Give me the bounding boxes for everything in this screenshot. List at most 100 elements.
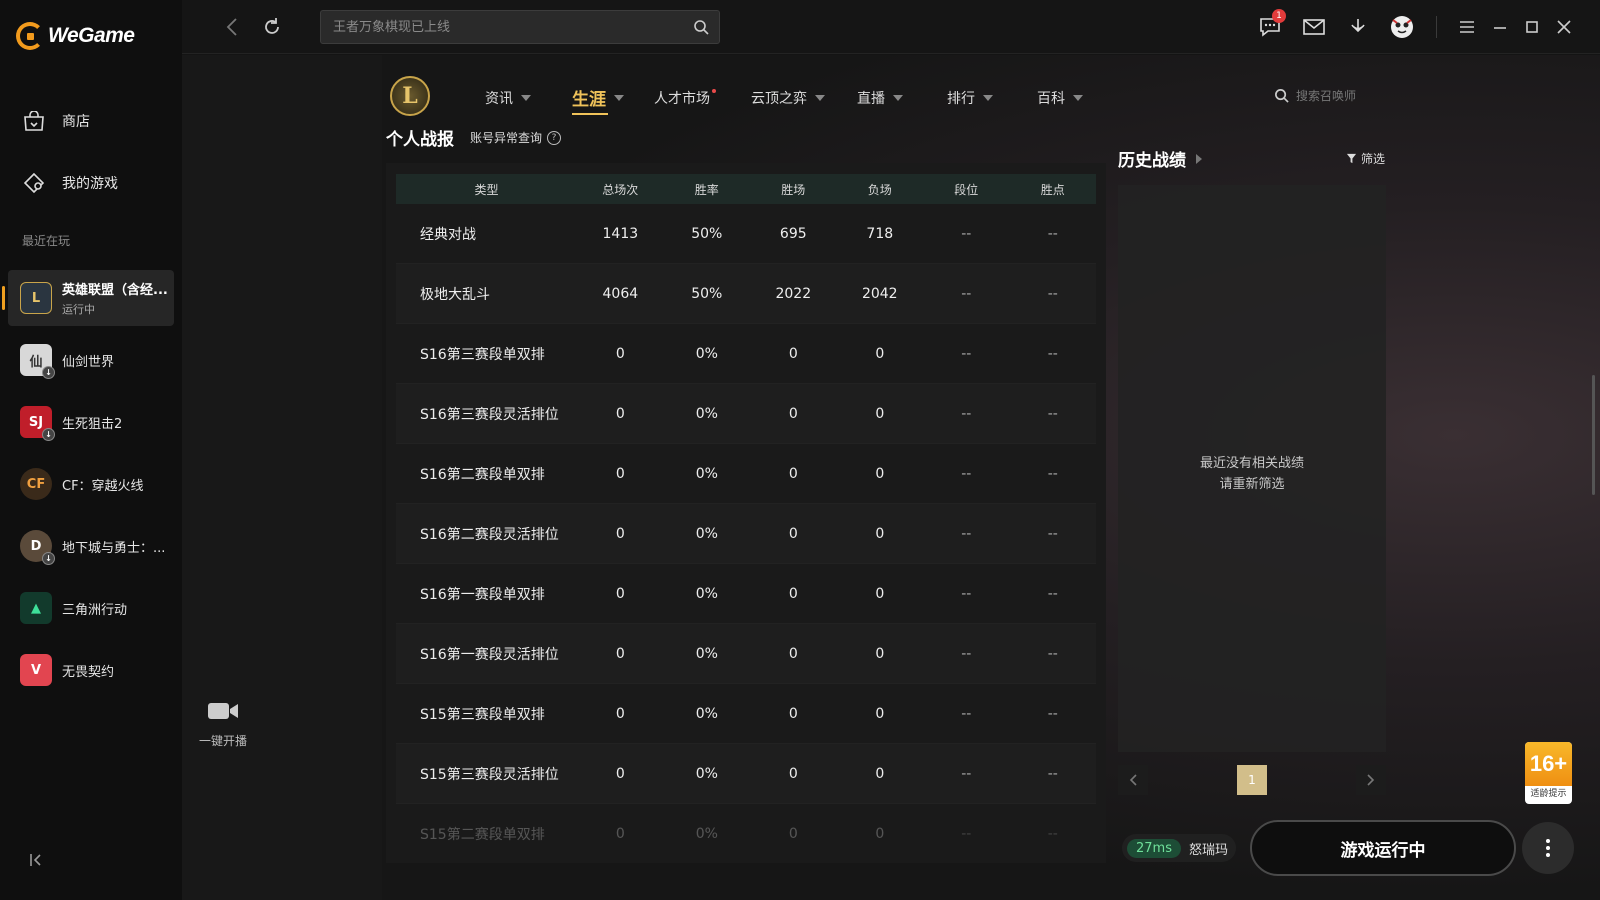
tab-news[interactable]: 资讯: [485, 88, 531, 108]
row-lp: --: [1047, 345, 1058, 362]
global-search[interactable]: [320, 10, 720, 44]
row-lp: --: [1047, 825, 1058, 842]
chevron-down-icon: [614, 94, 624, 101]
tab-label: 云顶之弈: [751, 91, 807, 107]
page-scrollbar[interactable]: [1592, 375, 1595, 495]
tab-wiki[interactable]: 百科: [1037, 88, 1083, 108]
empty-line-1: 最近没有相关战绩: [1199, 456, 1304, 471]
sidebar-game-xianjian[interactable]: 仙 ↓ 仙剑世界: [8, 332, 174, 388]
refresh-button[interactable]: [260, 15, 284, 39]
row-wins: 695: [779, 225, 807, 242]
game-running-button[interactable]: 游戏运行中: [1250, 820, 1516, 876]
row-total: 0: [615, 645, 625, 662]
row-losses: 0: [875, 585, 885, 602]
menu-button[interactable]: [1455, 15, 1479, 39]
row-losses: 2042: [861, 285, 898, 302]
abnormal-link-label: 账号异常查询: [470, 131, 543, 145]
game-name: 地下城与勇士：...: [62, 540, 166, 556]
collapse-sidebar-icon[interactable]: [28, 852, 46, 870]
row-type: S16第一赛段灵活排位: [420, 646, 559, 663]
maximize-icon: [1526, 21, 1538, 33]
table-row: S15第二赛段单双排 0 0% 0 0 -- --: [396, 804, 1096, 863]
history-title[interactable]: 历史战绩: [1118, 146, 1202, 171]
sidebar-item-my-games[interactable]: 我的游戏: [22, 172, 118, 194]
header-rank: 段位: [954, 182, 979, 197]
row-total: 0: [615, 465, 625, 482]
sidebar-item-store[interactable]: 商店: [22, 110, 90, 132]
age-rating: 16+: [1525, 742, 1572, 786]
sidebar-game-lol[interactable]: L 英雄联盟（含经... 运行中: [2, 270, 174, 326]
game-name: 无畏契约: [62, 664, 115, 680]
avatar-icon: [1391, 16, 1413, 38]
messages-button[interactable]: 1: [1258, 9, 1286, 39]
more-options-button[interactable]: [1522, 822, 1574, 874]
game-name: 三角洲行动: [62, 602, 128, 618]
row-winrate: 0%: [695, 345, 718, 362]
tab-live[interactable]: 直播: [857, 88, 903, 108]
tab-talent-market[interactable]: 人才市场: [654, 88, 722, 108]
downloads-button[interactable]: [1346, 15, 1370, 39]
server-ping[interactable]: 27ms 怒瑞玛: [1122, 834, 1236, 862]
close-button[interactable]: [1552, 15, 1576, 39]
maximize-button[interactable]: [1520, 15, 1544, 39]
tab-tft[interactable]: 云顶之弈: [751, 88, 825, 108]
back-button[interactable]: [220, 15, 244, 39]
history-panel: 最近没有相关战绩 请重新筛选: [1118, 185, 1386, 752]
filter-icon: [1346, 153, 1357, 164]
next-page-button[interactable]: [1356, 765, 1386, 795]
age-rating-badge[interactable]: 16+ 适龄提示: [1525, 742, 1572, 804]
row-lp: --: [1047, 525, 1058, 542]
filter-button[interactable]: 筛选: [1346, 150, 1385, 167]
download-icon: ↓: [42, 428, 55, 441]
help-icon[interactable]: ?: [547, 130, 562, 145]
summoner-search-input[interactable]: [1296, 88, 1386, 103]
global-search-input[interactable]: [321, 11, 719, 43]
row-wins: 2022: [775, 285, 812, 302]
mail-button[interactable]: [1302, 15, 1326, 39]
search-icon[interactable]: [693, 19, 709, 39]
page-number[interactable]: 1: [1237, 765, 1267, 795]
summoner-search[interactable]: [1274, 88, 1386, 103]
one-click-live-button[interactable]: 一键开播: [192, 700, 254, 749]
prev-page-button[interactable]: [1118, 765, 1148, 795]
tab-career[interactable]: 生涯: [572, 85, 624, 115]
chevron-right-icon: [1367, 774, 1375, 786]
row-lp: --: [1047, 645, 1058, 662]
dnf-game-icon: D ↓: [20, 530, 55, 565]
table-row: S15第三赛段灵活排位 0 0% 0 0 -- --: [396, 744, 1096, 804]
recent-section-label: 最近在玩: [22, 234, 71, 248]
sidebar-game-shengsi[interactable]: SJ ↓ 生死狙击2: [8, 394, 174, 450]
header-total: 总场次: [602, 182, 639, 197]
header-type: 类型: [474, 182, 499, 197]
table-row: S16第三赛段单双排 0 0% 0 0 -- --: [396, 324, 1096, 384]
side-strip: [182, 55, 382, 900]
lol-logo-icon[interactable]: L: [390, 76, 430, 116]
wegame-logo-icon: [16, 22, 44, 50]
tab-label: 直播: [857, 91, 885, 107]
minimize-button[interactable]: [1488, 15, 1512, 39]
table-row: 经典对战 1413 50% 695 718 -- --: [396, 204, 1096, 264]
row-wins: 0: [788, 345, 798, 362]
sidebar-game-valorant[interactable]: V 无畏契约: [8, 642, 174, 698]
header-losses: 负场: [867, 182, 892, 197]
row-winrate: 0%: [695, 585, 718, 602]
row-losses: 0: [875, 825, 885, 842]
lol-game-icon: L: [20, 282, 52, 314]
account-abnormal-link[interactable]: 账号异常查询 ?: [470, 129, 562, 146]
wegame-logo[interactable]: WeGame: [16, 22, 135, 50]
sidebar-game-dnf[interactable]: D ↓ 地下城与勇士：...: [8, 518, 174, 574]
game-name: 生死狙击2: [62, 416, 123, 432]
row-losses: 718: [866, 225, 894, 242]
row-lp: --: [1047, 765, 1058, 782]
tab-ranking[interactable]: 排行: [947, 88, 993, 108]
row-total: 0: [615, 825, 625, 842]
sidebar-game-cf[interactable]: CF CF：穿越火线: [8, 456, 174, 512]
tab-label: 生涯: [572, 90, 606, 110]
row-total: 4064: [602, 285, 639, 302]
xianjian-game-icon: 仙 ↓: [20, 344, 55, 379]
row-wins: 0: [788, 525, 798, 542]
user-avatar[interactable]: [1390, 15, 1414, 39]
delta-game-icon: ▲: [20, 592, 52, 624]
table-row: S16第二赛段灵活排位 0 0% 0 0 -- --: [396, 504, 1096, 564]
sidebar-game-delta[interactable]: ▲ 三角洲行动: [8, 580, 174, 636]
